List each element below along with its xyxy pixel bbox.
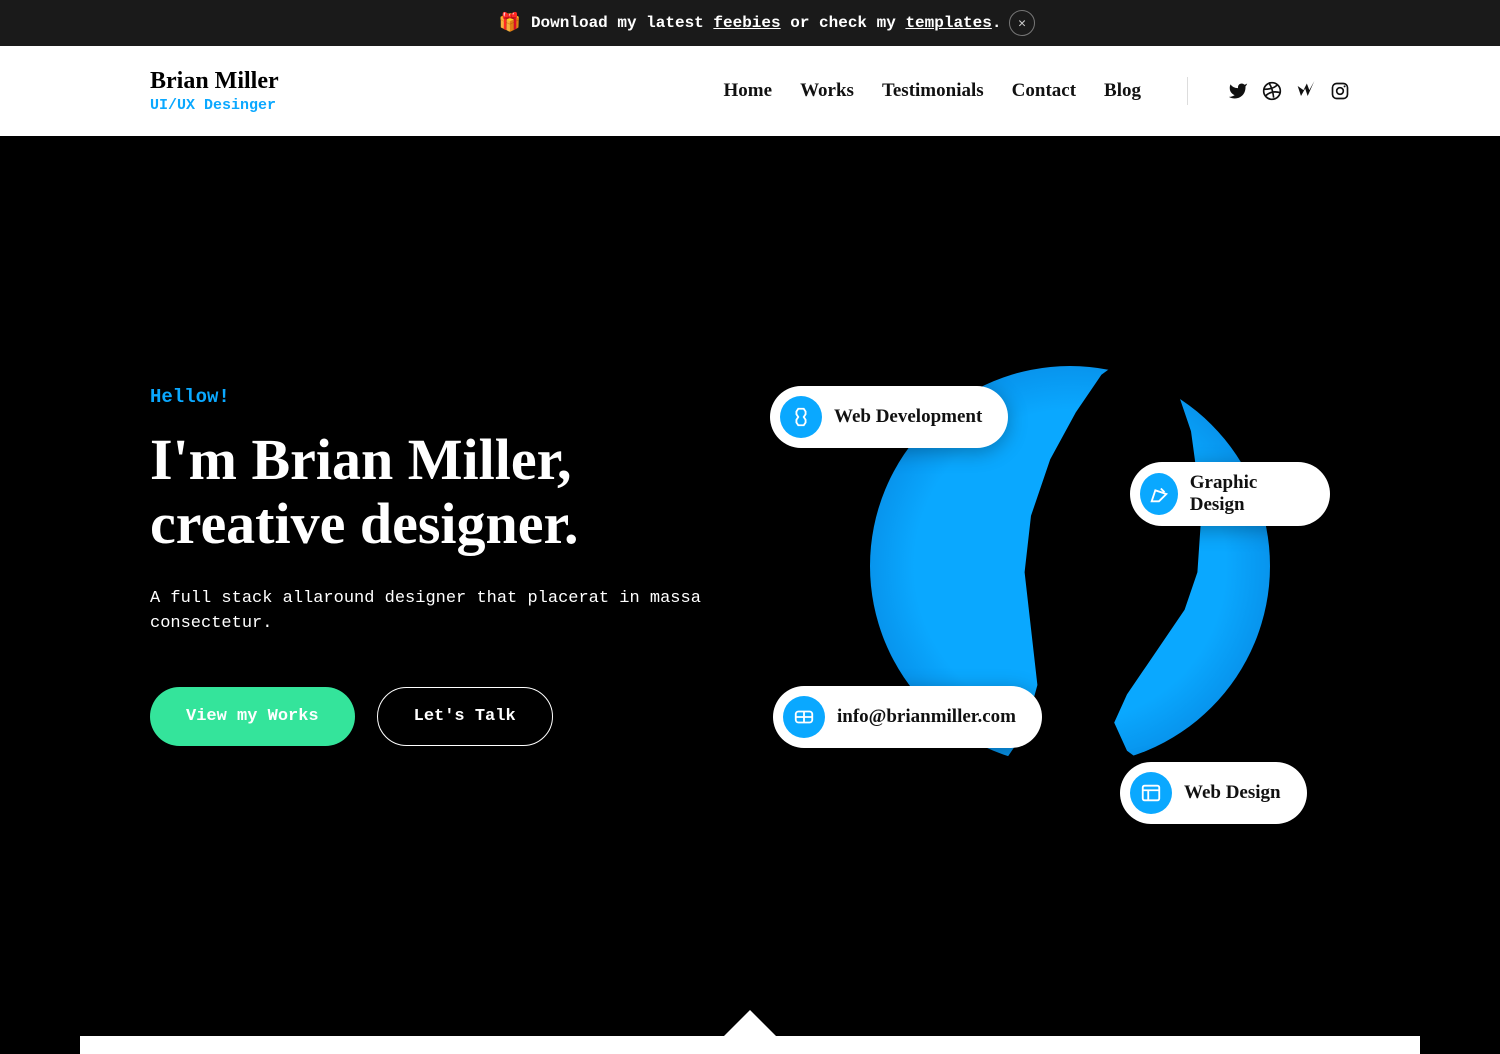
hero-graphic: Web Development Graphic Design info@bria… <box>770 266 1330 866</box>
mail-icon <box>783 696 825 738</box>
next-section-peek <box>80 1036 1420 1054</box>
promo-banner: 🎁 Download my latest feebies or check my… <box>0 0 1500 46</box>
chip-graphic-design: Graphic Design <box>1130 462 1330 526</box>
site-header: Brian Miller UI/UX Desinger Home Works T… <box>0 46 1500 136</box>
hero-buttons: View my Works Let's Talk <box>150 687 710 746</box>
hero-title-line2: creative designer. <box>150 491 578 556</box>
banner-link-templates[interactable]: templates <box>905 14 991 32</box>
view-works-button[interactable]: View my Works <box>150 687 355 746</box>
chip-label: Graphic Design <box>1190 472 1304 516</box>
chip-label: info@brianmiller.com <box>837 706 1016 728</box>
banner-text-prefix: Download my latest <box>531 14 713 32</box>
code-icon <box>780 396 822 438</box>
nav-link-contact[interactable]: Contact <box>1012 80 1076 102</box>
main-nav: Home Works Testimonials Contact Blog <box>724 77 1350 105</box>
banner-text-mid: or check my <box>781 14 906 32</box>
hero-text: Hellow! I'm Brian Miller, creative desig… <box>150 386 710 746</box>
hero-title: I'm Brian Miller, creative designer. <box>150 428 710 556</box>
dribbble-icon[interactable] <box>1262 81 1282 101</box>
brand-role: UI/UX Desinger <box>150 97 279 114</box>
chip-email[interactable]: info@brianmiller.com <box>773 686 1042 748</box>
close-icon: ✕ <box>1018 16 1026 31</box>
hero-greeting: Hellow! <box>150 386 710 408</box>
twitter-icon[interactable] <box>1228 81 1248 101</box>
hero-title-line1: I'm Brian Miller, <box>150 427 572 492</box>
gift-icon: 🎁 <box>499 12 521 34</box>
layout-icon <box>1130 772 1172 814</box>
pen-icon <box>1140 473 1178 515</box>
chip-web-design: Web Design <box>1120 762 1307 824</box>
nav-link-testimonials[interactable]: Testimonials <box>882 80 984 102</box>
brand[interactable]: Brian Miller UI/UX Desinger <box>150 68 279 114</box>
instagram-icon[interactable] <box>1330 81 1350 101</box>
social-links <box>1228 81 1350 101</box>
chip-label: Web Development <box>834 406 982 428</box>
hero-subtitle: A full stack allaround designer that pla… <box>150 586 710 637</box>
nav-link-home[interactable]: Home <box>724 80 773 102</box>
chip-web-development: Web Development <box>770 386 1008 448</box>
hero-section: Hellow! I'm Brian Miller, creative desig… <box>0 136 1500 1036</box>
chip-label: Web Design <box>1184 782 1281 804</box>
nav-link-blog[interactable]: Blog <box>1104 80 1141 102</box>
brand-name: Brian Miller <box>150 68 279 95</box>
nav-link-works[interactable]: Works <box>800 80 854 102</box>
webflow-icon[interactable] <box>1296 81 1316 101</box>
close-banner-button[interactable]: ✕ <box>1009 10 1035 36</box>
banner-link-freebies[interactable]: feebies <box>713 14 780 32</box>
nav-divider <box>1187 77 1188 105</box>
banner-text-suffix: . <box>992 14 1002 32</box>
lets-talk-button[interactable]: Let's Talk <box>377 687 553 746</box>
